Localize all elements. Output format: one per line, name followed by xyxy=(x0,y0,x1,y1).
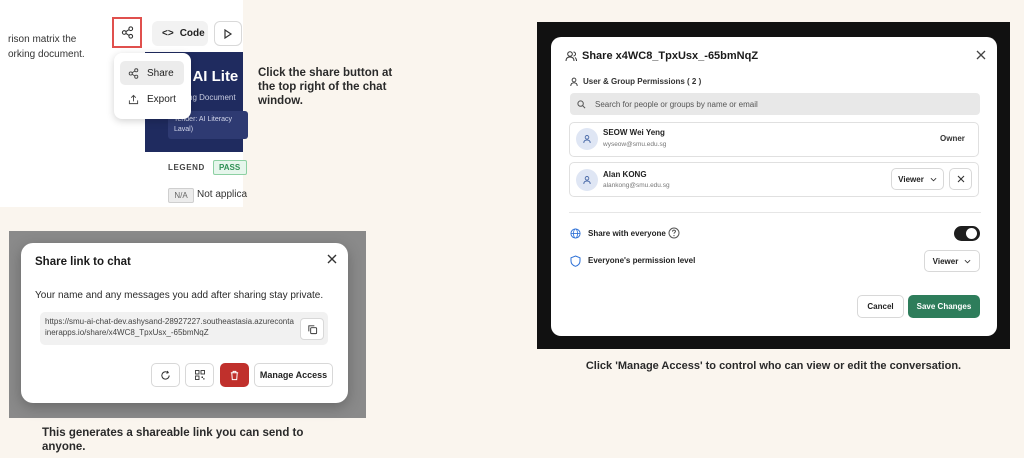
close-icon xyxy=(976,50,986,60)
step2-caption: This generates a shareable link you can … xyxy=(42,427,304,453)
cancel-button[interactable]: Cancel xyxy=(857,295,904,318)
pass-badge: PASS xyxy=(213,160,247,175)
share-menu: Share Export xyxy=(114,53,191,119)
menu-item-export[interactable]: Export xyxy=(120,87,184,111)
divider xyxy=(569,212,981,213)
avatar xyxy=(576,128,598,150)
user-role-select[interactable]: Viewer xyxy=(891,168,944,190)
qr-code-button[interactable] xyxy=(185,363,214,387)
avatar xyxy=(576,169,598,191)
export-icon xyxy=(128,94,139,104)
people-search-input[interactable]: Search for people or groups by name or e… xyxy=(570,93,980,115)
legend-label: LEGEND xyxy=(168,163,205,172)
share-button[interactable] xyxy=(112,17,142,48)
menu-item-share[interactable]: Share xyxy=(120,61,184,85)
dialog-title: Share x4WC8_TpxUsx_-65bmNqZ xyxy=(582,50,759,62)
close-button[interactable] xyxy=(325,252,339,266)
play-icon xyxy=(224,28,233,39)
share-icon xyxy=(121,26,133,39)
manage-access-button[interactable]: Manage Access xyxy=(254,363,333,387)
document-subtitle: ng Document xyxy=(188,93,236,102)
user-permission-icon xyxy=(570,77,580,87)
chat-message-text: rison matrix the orking document. xyxy=(8,34,85,60)
user-icon xyxy=(583,135,591,144)
step1-caption: Click the share button at the top right … xyxy=(258,67,393,107)
dialog-description: Your name and any messages you add after… xyxy=(35,290,324,301)
qr-code-icon xyxy=(194,370,205,380)
save-changes-button[interactable]: Save Changes xyxy=(908,295,980,318)
users-icon xyxy=(565,50,577,62)
search-placeholder: Search for people or groups by name or e… xyxy=(595,99,758,109)
dialog-title: Share link to chat xyxy=(35,256,131,268)
trash-icon xyxy=(230,370,239,380)
remove-user-button[interactable] xyxy=(949,168,972,190)
close-button[interactable] xyxy=(975,49,987,61)
code-tab[interactable]: <> Code xyxy=(152,21,208,46)
help-icon[interactable] xyxy=(668,227,680,239)
refresh-icon xyxy=(161,370,170,380)
na-description: Not applica xyxy=(197,189,248,200)
share-icon xyxy=(128,67,139,79)
everyone-permission-select[interactable]: Viewer xyxy=(924,250,980,272)
close-icon xyxy=(327,254,337,264)
menu-item-export-label: Export xyxy=(147,93,176,105)
permission-value: Viewer xyxy=(932,256,959,266)
search-icon xyxy=(577,99,586,108)
user-icon xyxy=(583,176,591,185)
share-everyone-label: Share with everyone xyxy=(588,229,666,238)
step3-caption: Click 'Manage Access' to control who can… xyxy=(585,360,962,372)
copy-icon xyxy=(307,324,317,334)
chevron-down-icon xyxy=(964,259,971,263)
user-name: SEOW Wei Yeng xyxy=(603,128,665,137)
na-badge: N/A xyxy=(168,188,194,203)
user-name: Alan KONG xyxy=(603,170,647,179)
copy-button[interactable] xyxy=(300,318,324,340)
chevron-down-icon xyxy=(930,177,937,181)
permissions-heading: User & Group Permissions ( 2 ) xyxy=(583,77,702,86)
user-role-value: Viewer xyxy=(898,174,924,184)
user-email: wyseow@smu.edu.sg xyxy=(603,141,667,148)
owner-role-label: Owner xyxy=(940,134,965,143)
share-url-text[interactable]: https://smu-ai-chat-dev.ashysand-2892722… xyxy=(45,316,295,338)
user-email: alankong@smu.edu.sg xyxy=(603,182,670,189)
close-icon xyxy=(957,175,964,183)
toggle-knob xyxy=(966,228,977,239)
delete-link-button[interactable] xyxy=(220,363,249,387)
preview-tab[interactable] xyxy=(214,21,242,46)
globe-icon xyxy=(570,228,581,239)
code-tab-label: Code xyxy=(179,28,205,39)
shield-icon xyxy=(570,255,581,267)
code-icon: <> xyxy=(162,28,174,39)
permission-level-label: Everyone's permission level xyxy=(588,256,696,265)
refresh-button[interactable] xyxy=(151,363,180,387)
menu-item-share-label: Share xyxy=(147,67,174,79)
